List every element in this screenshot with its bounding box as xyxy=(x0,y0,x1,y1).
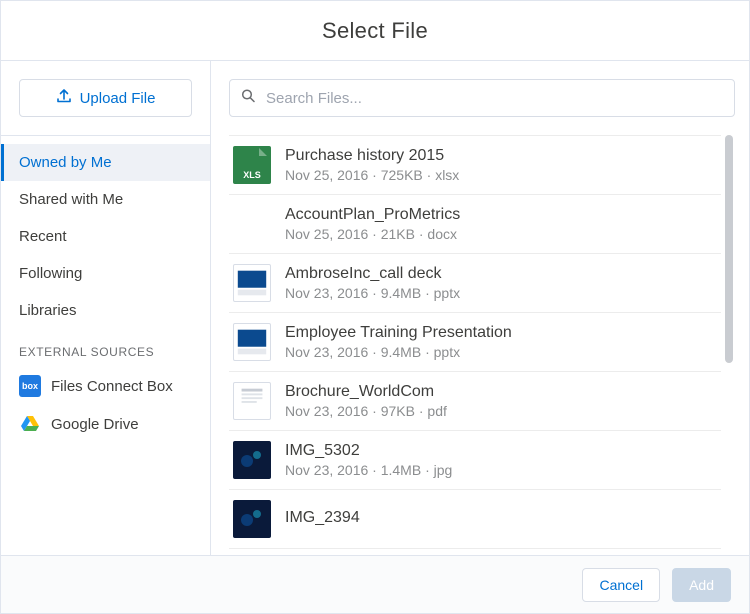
external-sources-header: EXTERNAL SOURCES xyxy=(1,329,210,367)
google-drive-icon xyxy=(19,413,41,435)
modal-body: Upload File Owned by Me Shared with Me Rec… xyxy=(1,61,749,555)
sidebar-nav: Owned by Me Shared with Me Recent Following… xyxy=(1,136,210,329)
file-subtext: Nov 23, 2016 · 97KB · pdf xyxy=(285,403,717,419)
sidebar-item-recent[interactable]: Recent xyxy=(1,218,210,255)
pptx-thumbnail-icon xyxy=(233,323,271,361)
external-source-label: Files Connect Box xyxy=(51,378,173,395)
image-thumbnail-icon xyxy=(233,441,271,479)
file-meta: IMG_2394 xyxy=(285,509,717,529)
sidebar-item-label: Recent xyxy=(19,228,67,245)
file-meta: AmbroseInc_call deck Nov 23, 2016 · 9.4MB… xyxy=(285,265,717,301)
file-row[interactable]: AccountPlan_ProMetrics Nov 25, 2016 · 21K… xyxy=(229,195,721,254)
upload-file-button[interactable]: Upload File xyxy=(19,79,192,117)
file-subtext: Nov 23, 2016 · 1.4MB · jpg xyxy=(285,462,717,478)
file-row[interactable]: XLS Purchase history 2015 Nov 25, 2016 · 7… xyxy=(229,136,721,195)
file-row[interactable]: Employee Training Presentation Nov 23, 20… xyxy=(229,313,721,372)
upload-wrap: Upload File xyxy=(1,79,210,136)
file-meta: AccountPlan_ProMetrics Nov 25, 2016 · 21K… xyxy=(285,206,717,242)
file-name: Purchase history 2015 xyxy=(285,147,717,165)
pdf-thumbnail-icon xyxy=(233,382,271,420)
file-name: AmbroseInc_call deck xyxy=(285,265,717,283)
search-input[interactable] xyxy=(229,79,735,117)
search-icon xyxy=(241,89,255,108)
search-wrap xyxy=(229,79,735,117)
image-thumbnail-icon xyxy=(233,500,271,538)
file-thumbnail-placeholder xyxy=(233,205,271,243)
file-row[interactable]: AmbroseInc_call deck Nov 23, 2016 · 9.4MB… xyxy=(229,254,721,313)
upload-label: Upload File xyxy=(80,90,156,107)
sidebar-item-label: Shared with Me xyxy=(19,191,123,208)
file-subtext: Nov 25, 2016 · 21KB · docx xyxy=(285,226,717,242)
external-source-label: Google Drive xyxy=(51,416,139,433)
external-sources-list: box Files Connect Box Google Drive xyxy=(1,367,210,443)
external-source-gdrive[interactable]: Google Drive xyxy=(1,405,210,443)
file-name: Employee Training Presentation xyxy=(285,324,717,342)
sidebar-item-label: Owned by Me xyxy=(19,154,112,171)
external-source-box[interactable]: box Files Connect Box xyxy=(1,367,210,405)
file-subtext: Nov 23, 2016 · 9.4MB · pptx xyxy=(285,344,717,360)
file-row[interactable]: Brochure_WorldCom Nov 23, 2016 · 97KB · p… xyxy=(229,372,721,431)
page-title: Select File xyxy=(322,18,428,44)
file-meta: Brochure_WorldCom Nov 23, 2016 · 97KB · p… xyxy=(285,383,717,419)
file-meta: IMG_5302 Nov 23, 2016 · 1.4MB · jpg xyxy=(285,442,717,478)
pptx-thumbnail-icon xyxy=(233,264,271,302)
sidebar-item-shared-with-me[interactable]: Shared with Me xyxy=(1,181,210,218)
main-panel: XLS Purchase history 2015 Nov 25, 2016 · 7… xyxy=(211,61,749,555)
modal-footer: Cancel Add xyxy=(1,555,749,613)
file-row[interactable]: IMG_5302 Nov 23, 2016 · 1.4MB · jpg xyxy=(229,431,721,490)
file-subtext: Nov 25, 2016 · 725KB · xlsx xyxy=(285,167,717,183)
scrollbar[interactable] xyxy=(725,135,733,363)
file-name: IMG_2394 xyxy=(285,509,717,527)
file-subtext: Nov 23, 2016 · 9.4MB · pptx xyxy=(285,285,717,301)
file-name: IMG_5302 xyxy=(285,442,717,460)
file-row[interactable]: IMG_2394 xyxy=(229,490,721,549)
file-list-area: XLS Purchase history 2015 Nov 25, 2016 · 7… xyxy=(229,135,735,555)
modal-header: Select File xyxy=(1,1,749,61)
file-name: AccountPlan_ProMetrics xyxy=(285,206,717,224)
cancel-button[interactable]: Cancel xyxy=(582,568,660,602)
xls-file-icon: XLS xyxy=(233,146,271,184)
sidebar-item-owned-by-me[interactable]: Owned by Me xyxy=(1,144,210,181)
file-meta: Purchase history 2015 Nov 25, 2016 · 725K… xyxy=(285,147,717,183)
file-name: Brochure_WorldCom xyxy=(285,383,717,401)
select-file-modal: Select File Upload File Owned by Me Share… xyxy=(0,0,750,614)
file-meta: Employee Training Presentation Nov 23, 20… xyxy=(285,324,717,360)
upload-icon xyxy=(56,88,72,108)
sidebar-item-following[interactable]: Following xyxy=(1,255,210,292)
sidebar-item-libraries[interactable]: Libraries xyxy=(1,292,210,329)
sidebar-item-label: Following xyxy=(19,265,82,282)
sidebar: Upload File Owned by Me Shared with Me Rec… xyxy=(1,61,211,555)
add-button[interactable]: Add xyxy=(672,568,731,602)
sidebar-item-label: Libraries xyxy=(19,302,77,319)
file-list: XLS Purchase history 2015 Nov 25, 2016 · 7… xyxy=(229,135,721,555)
box-icon: box xyxy=(19,375,41,397)
